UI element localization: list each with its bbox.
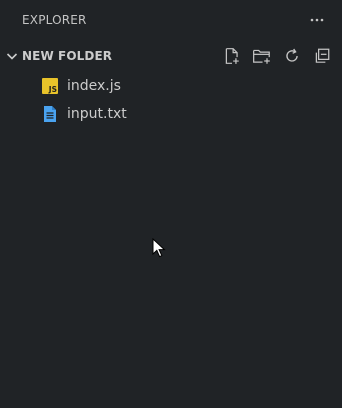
mouse-cursor-icon xyxy=(152,237,166,258)
explorer-title: EXPLORER xyxy=(22,13,87,27)
folder-section-header[interactable]: NEW FOLDER xyxy=(0,40,342,72)
explorer-title-bar: EXPLORER xyxy=(0,0,342,40)
folder-name[interactable]: NEW FOLDER xyxy=(22,49,220,63)
svg-text:JS: JS xyxy=(48,85,57,94)
file-item-index-js[interactable]: JS index.js xyxy=(0,72,342,100)
refresh-icon[interactable] xyxy=(280,44,304,68)
new-folder-icon[interactable] xyxy=(250,44,274,68)
file-label[interactable]: index.js xyxy=(67,78,121,94)
chevron-down-icon[interactable] xyxy=(4,48,20,64)
explorer-panel: EXPLORER NEW FOLDER JS index.js input.tx… xyxy=(0,0,342,408)
file-label[interactable]: input.txt xyxy=(67,106,127,122)
new-file-icon[interactable] xyxy=(220,44,244,68)
collapse-all-icon[interactable] xyxy=(310,44,334,68)
text-file-icon xyxy=(41,105,59,123)
more-actions-icon[interactable] xyxy=(306,9,328,31)
file-item-input-txt[interactable]: input.txt xyxy=(0,100,342,128)
javascript-file-icon: JS xyxy=(41,77,59,95)
section-actions xyxy=(220,44,334,68)
file-tree: JS index.js input.txt xyxy=(0,72,342,128)
